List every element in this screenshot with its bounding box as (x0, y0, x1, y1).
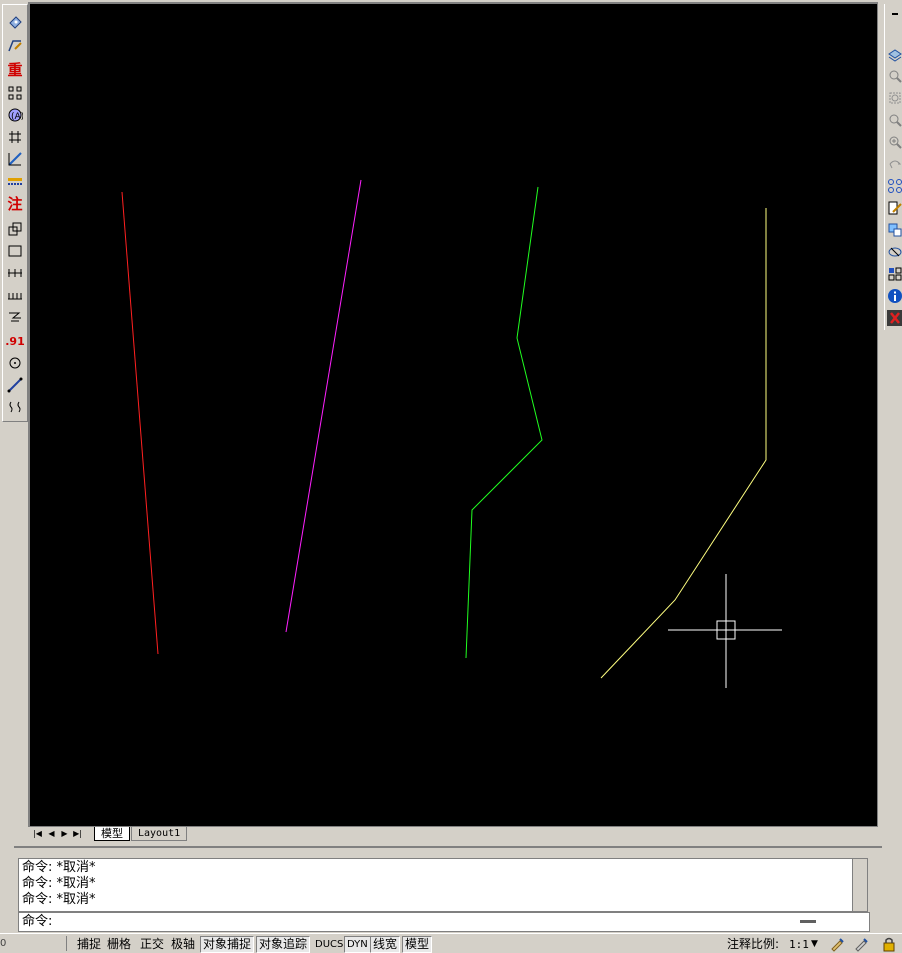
ortho-toggle[interactable]: 正交 (137, 936, 167, 953)
previous-tab-button[interactable]: ◀ (46, 828, 57, 839)
ducs-toggle[interactable]: DUCS (312, 936, 346, 953)
tab-model[interactable]: 模型 (94, 827, 130, 841)
command-input[interactable]: 命令: (18, 912, 870, 932)
model-space-toggle[interactable]: 模型 (402, 936, 432, 953)
dimension-toolbar: 重 (A) 注 .91 (2, 4, 28, 422)
command-history-line: 命令: *取消* (22, 860, 96, 876)
radius-dimension-icon[interactable] (5, 171, 25, 191)
grid-toggle[interactable]: 栅格 (104, 936, 134, 953)
xref-icon[interactable] (886, 220, 902, 239)
annotation-visibility-icon[interactable] (826, 935, 848, 952)
command-history-line: 命令: *取消* (22, 876, 96, 892)
polar-toggle[interactable]: 极轴 (168, 936, 198, 953)
first-tab-button[interactable]: |◀ (32, 828, 43, 839)
zoom-extents-icon[interactable] (886, 132, 902, 151)
chevron-down-icon[interactable]: ▼ (808, 936, 821, 953)
quick-dimension-icon[interactable] (5, 285, 25, 305)
green-polyline[interactable] (466, 187, 542, 658)
command-window: 命令: *取消* 命令: *取消* 命令: *取消* 命令: (14, 846, 882, 932)
annotation-text-button[interactable]: 注 (5, 193, 25, 213)
snap-toggle[interactable]: 捕捉 (74, 936, 104, 953)
zoom-window-icon[interactable] (886, 88, 902, 107)
group-icon[interactable] (886, 176, 902, 195)
orbit-icon[interactable] (886, 242, 902, 261)
dimstyle-icon[interactable] (5, 13, 25, 33)
linear-dimension-icon[interactable] (5, 83, 25, 103)
lineweight-toggle[interactable]: 线宽 (370, 936, 400, 953)
otrack-toggle[interactable]: 对象追踪 (256, 936, 310, 953)
ordinate-dimension-icon[interactable] (5, 149, 25, 169)
status-bar: 0 捕捉 栅格 正交 极轴 对象捕捉 对象追踪 DUCS DYN 线宽 模型 注… (0, 933, 902, 952)
break-dimension-icon[interactable] (5, 397, 25, 417)
leader-icon[interactable] (5, 307, 25, 327)
arc-length-icon[interactable] (5, 127, 25, 147)
baseline-dimension-icon[interactable] (5, 219, 25, 239)
continue-dimension-icon[interactable] (5, 263, 25, 283)
last-tab-button[interactable]: ▶| (72, 828, 83, 839)
command-history-scrollbar[interactable] (852, 858, 868, 912)
command-history-line: 命令: *取消* (22, 892, 96, 908)
lock-icon[interactable] (878, 935, 900, 952)
zoom-previous-icon[interactable] (886, 110, 902, 129)
auto-scale-icon[interactable] (850, 935, 872, 952)
toolbar-collapse-icon[interactable] (886, 4, 902, 23)
redo-text-button[interactable]: 重 (5, 59, 25, 79)
match-properties-icon[interactable] (886, 198, 902, 217)
crosshair-cursor (668, 574, 782, 688)
layout-tab-strip: |◀ ◀ ▶ ▶| 模型 Layout1 (28, 826, 878, 841)
info-icon[interactable] (886, 286, 902, 305)
layers-icon[interactable] (886, 44, 902, 63)
magenta-line[interactable] (286, 180, 361, 632)
annotation-scale-label: 注释比例: (724, 936, 782, 953)
dyn-toggle[interactable]: DYN (344, 936, 371, 953)
decimal-tolerance-button[interactable]: .91 (5, 331, 25, 351)
zoom-realtime-icon[interactable] (886, 66, 902, 85)
command-history: 命令: *取消* 命令: *取消* 命令: *取消* (18, 858, 856, 912)
standard-toolbar (884, 4, 902, 330)
coordinate-display[interactable]: 0 (0, 936, 67, 951)
model-space[interactable] (30, 4, 876, 824)
command-prompt: 命令: (22, 914, 52, 930)
aligned-dimension-icon[interactable]: (A) (5, 105, 25, 125)
next-tab-button[interactable]: ▶ (59, 828, 70, 839)
yellow-polyline[interactable] (601, 208, 766, 678)
svg-text:(A): (A) (11, 112, 23, 122)
center-mark-icon[interactable] (5, 353, 25, 373)
close-icon[interactable] (886, 308, 902, 327)
pan-icon[interactable] (886, 154, 902, 173)
canvas-vertical-scrollbar[interactable] (877, 2, 883, 826)
dimension-edit-icon[interactable] (5, 35, 25, 55)
red-line[interactable] (122, 192, 158, 654)
tab-layout1[interactable]: Layout1 (131, 827, 187, 841)
command-window-splitter[interactable] (800, 920, 816, 923)
drawing-canvas[interactable] (28, 2, 878, 826)
osnap-toggle[interactable]: 对象捕捉 (200, 936, 254, 953)
jogged-dimension-icon[interactable] (5, 375, 25, 395)
block-editor-icon[interactable] (886, 264, 902, 283)
rectangle-icon[interactable] (5, 241, 25, 261)
